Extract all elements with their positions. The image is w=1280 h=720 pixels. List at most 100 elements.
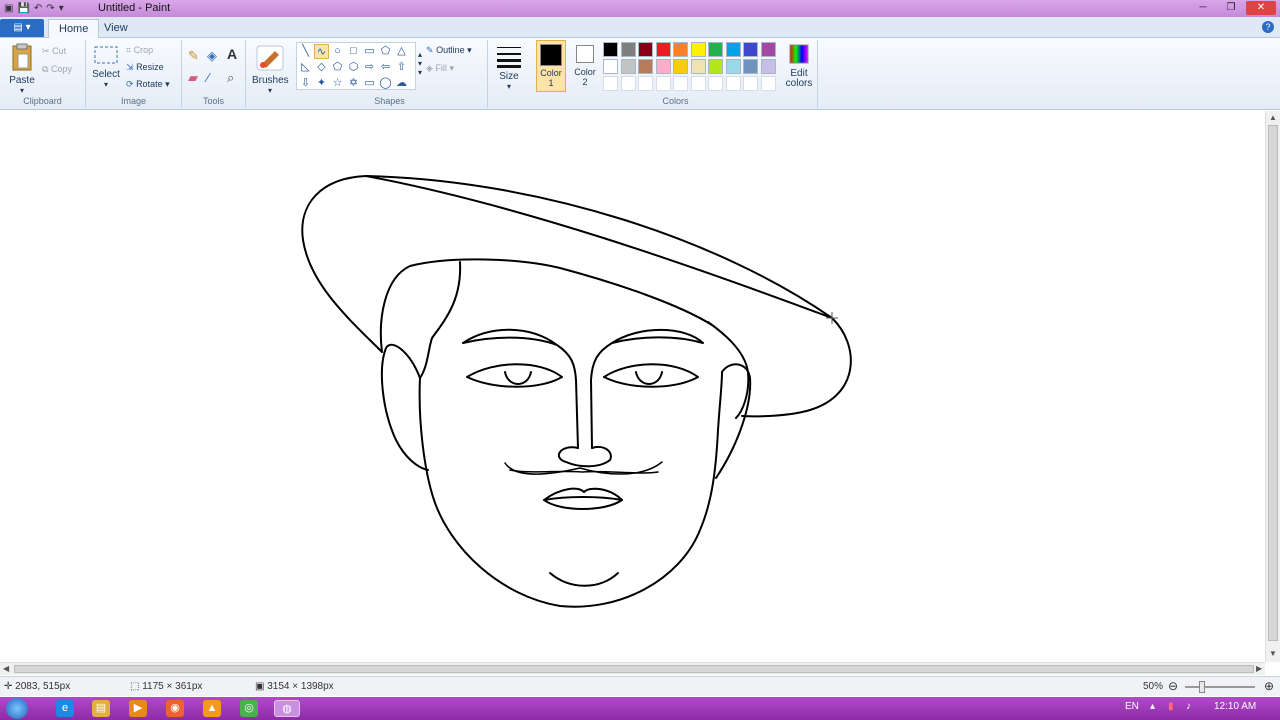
line-shape-icon[interactable]: ╲ — [298, 44, 313, 59]
custom-color-slot[interactable] — [690, 76, 706, 91]
save-icon[interactable]: 💾 — [17, 2, 29, 16]
palette-swatch[interactable] — [673, 42, 688, 57]
vertical-scrollbar[interactable]: ▲ ▼ — [1265, 111, 1280, 662]
custom-color-slot[interactable] — [743, 76, 758, 91]
custom-color-slot[interactable] — [638, 76, 653, 91]
right-arrow-shape-icon[interactable]: ⇨ — [362, 60, 377, 75]
file-menu-button[interactable]: ▤ ▾ — [0, 19, 44, 37]
color1-button[interactable]: Color 1 — [536, 40, 566, 92]
size-button[interactable]: Size ▾ — [494, 44, 524, 91]
custom-color-slot[interactable] — [655, 76, 671, 91]
palette-swatch[interactable] — [638, 42, 653, 57]
fill-button[interactable]: ◈ Fill ▾ — [426, 63, 454, 74]
copy-button[interactable]: ⧉ Copy — [42, 64, 72, 75]
undo-icon[interactable]: ↶ — [34, 2, 42, 16]
paste-button[interactable]: Paste ▾ — [6, 42, 38, 95]
color-picker-icon[interactable]: ⁄ — [207, 70, 209, 85]
palette-swatch[interactable] — [638, 59, 653, 74]
volume-icon[interactable]: ♪ — [1186, 701, 1191, 712]
fill-bucket-icon[interactable]: ◈ — [207, 48, 217, 64]
zoom-out-icon[interactable]: ⊖ — [1168, 679, 1178, 693]
oval-shape-icon[interactable]: ○ — [330, 44, 345, 59]
crop-button[interactable]: ⌗ Crop — [126, 45, 153, 56]
eraser-icon[interactable]: ▰ — [188, 70, 198, 86]
firefox-icon[interactable]: ◉ — [166, 700, 184, 717]
curve-shape-icon[interactable]: ∿ — [314, 44, 329, 59]
palette-swatch[interactable] — [620, 59, 636, 74]
custom-color-slot[interactable] — [620, 76, 636, 91]
palette-swatch[interactable] — [743, 42, 758, 57]
palette-swatch[interactable] — [603, 42, 618, 57]
palette-swatch[interactable] — [725, 42, 741, 57]
pentagon-shape-icon[interactable]: ⬠ — [330, 60, 345, 75]
custom-color-slot[interactable] — [725, 76, 741, 91]
custom-color-slot[interactable] — [760, 76, 776, 91]
rounded-rectangle-shape-icon[interactable]: ▭ — [362, 44, 377, 59]
scroll-up-icon[interactable]: ▲ — [1269, 113, 1277, 122]
paint-taskbar-icon[interactable]: ◍ — [274, 700, 300, 717]
canvas-area[interactable] — [0, 111, 1265, 662]
show-hidden-icons-icon[interactable]: ▴ — [1150, 701, 1155, 712]
cut-button[interactable]: ✂ Cut — [42, 46, 66, 57]
down-arrow-shape-icon[interactable]: ⇩ — [298, 76, 313, 91]
outline-button[interactable]: ✎ Outline ▾ — [426, 45, 472, 56]
media-player-icon[interactable]: ▶ — [129, 700, 147, 717]
six-point-star-shape-icon[interactable]: ✡ — [346, 76, 361, 91]
palette-swatch[interactable] — [690, 42, 706, 57]
palette-swatch[interactable] — [690, 59, 706, 74]
five-point-star-shape-icon[interactable]: ☆ — [330, 76, 345, 91]
palette-swatch[interactable] — [760, 42, 776, 57]
text-tool-icon[interactable]: A — [227, 46, 237, 62]
edit-colors-button[interactable]: Edit colors — [782, 42, 816, 89]
right-triangle-shape-icon[interactable]: ◺ — [298, 60, 313, 75]
language-indicator[interactable]: EN — [1125, 701, 1139, 712]
palette-swatch[interactable] — [620, 42, 636, 57]
polygon-shape-icon[interactable]: ⬠ — [378, 44, 393, 59]
vertical-scroll-thumb[interactable] — [1268, 125, 1278, 641]
palette-swatch[interactable] — [655, 59, 671, 74]
clock[interactable]: 12:10 AM — [1214, 701, 1256, 712]
rotate-button[interactable]: ⟳ Rotate ▾ — [126, 79, 170, 90]
internet-explorer-icon[interactable]: e — [56, 700, 74, 717]
zoom-slider-thumb[interactable] — [1199, 681, 1205, 693]
zoom-in-icon[interactable]: ⊕ — [1264, 679, 1274, 693]
up-arrow-shape-icon[interactable]: ⇧ — [394, 60, 409, 75]
shapes-scroll-icon[interactable]: ▴ ▾ ▾ — [418, 50, 422, 77]
palette-swatch[interactable] — [743, 59, 758, 74]
minimize-button[interactable]: ─ — [1190, 1, 1216, 15]
qat-dropdown-icon[interactable]: ▾ — [59, 2, 64, 16]
redo-icon[interactable]: ↷ — [46, 2, 54, 16]
select-button[interactable]: Select ▾ — [90, 44, 122, 89]
file-explorer-icon[interactable]: ▤ — [92, 700, 110, 717]
resize-button[interactable]: ⇲ Resize — [126, 62, 164, 73]
custom-color-slot[interactable] — [603, 76, 618, 91]
palette-swatch[interactable] — [708, 42, 723, 57]
palette-swatch[interactable] — [760, 59, 776, 74]
scroll-down-icon[interactable]: ▼ — [1269, 649, 1277, 658]
hexagon-shape-icon[interactable]: ⬡ — [346, 60, 361, 75]
scroll-left-icon[interactable]: ◀ — [3, 664, 9, 673]
maximize-button[interactable]: ❐ — [1218, 1, 1244, 15]
palette-swatch[interactable] — [673, 59, 688, 74]
network-icon[interactable]: ▮ — [1168, 701, 1174, 712]
custom-color-slot[interactable] — [708, 76, 723, 91]
palette-swatch[interactable] — [725, 59, 741, 74]
start-button[interactable] — [6, 698, 28, 719]
triangle-shape-icon[interactable]: △ — [394, 44, 409, 59]
rectangle-shape-icon[interactable]: □ — [346, 44, 361, 59]
palette-swatch[interactable] — [603, 59, 618, 74]
horizontal-scrollbar[interactable]: ◀ ▶ — [0, 662, 1265, 675]
left-arrow-shape-icon[interactable]: ⇦ — [378, 60, 393, 75]
four-point-star-shape-icon[interactable]: ✦ — [314, 76, 329, 91]
color2-button[interactable]: Color 2 — [570, 40, 600, 92]
tab-view[interactable]: View — [94, 19, 138, 38]
drawing-canvas[interactable] — [0, 111, 1265, 662]
help-icon[interactable]: ? — [1262, 21, 1274, 33]
brushes-button[interactable]: Brushes ▾ — [252, 44, 289, 95]
callout-oval-shape-icon[interactable]: ◯ — [378, 76, 393, 91]
palette-swatch[interactable] — [708, 59, 723, 74]
diamond-shape-icon[interactable]: ◇ — [314, 60, 329, 75]
callout-rect-shape-icon[interactable]: ▭ — [362, 76, 377, 91]
callout-cloud-shape-icon[interactable]: ☁ — [394, 76, 409, 91]
scroll-right-icon[interactable]: ▶ — [1256, 664, 1262, 673]
